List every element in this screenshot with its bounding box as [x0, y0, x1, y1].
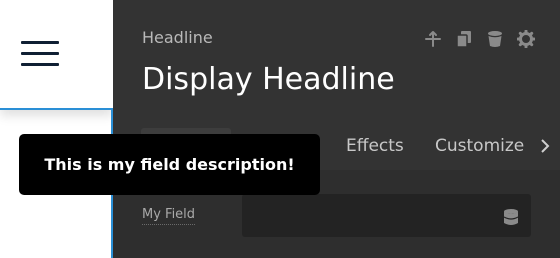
tab-effects[interactable]: Effects	[346, 136, 404, 156]
settings-icon[interactable]	[516, 29, 536, 49]
tooltip-text: This is my field description!	[44, 155, 295, 174]
field-label: My Field	[142, 207, 196, 225]
chevron-right-icon[interactable]	[537, 136, 553, 156]
component-title: Display Headline	[142, 62, 395, 97]
database-icon[interactable]	[503, 208, 519, 226]
component-toolbar	[423, 28, 536, 50]
properties-panel: Headline Display Headline Effects Custom…	[113, 0, 560, 258]
left-pane	[0, 0, 113, 258]
duplicate-icon[interactable]	[454, 29, 474, 49]
hamburger-menu-icon[interactable]	[21, 41, 59, 67]
component-type-label: Headline	[142, 28, 213, 47]
my-field-input[interactable]	[242, 194, 531, 237]
field-description-tooltip: This is my field description!	[19, 134, 320, 195]
menu-area	[0, 0, 113, 110]
delete-icon[interactable]	[485, 29, 505, 49]
tab-customize[interactable]: Customize	[435, 136, 524, 156]
move-icon[interactable]	[423, 29, 443, 49]
